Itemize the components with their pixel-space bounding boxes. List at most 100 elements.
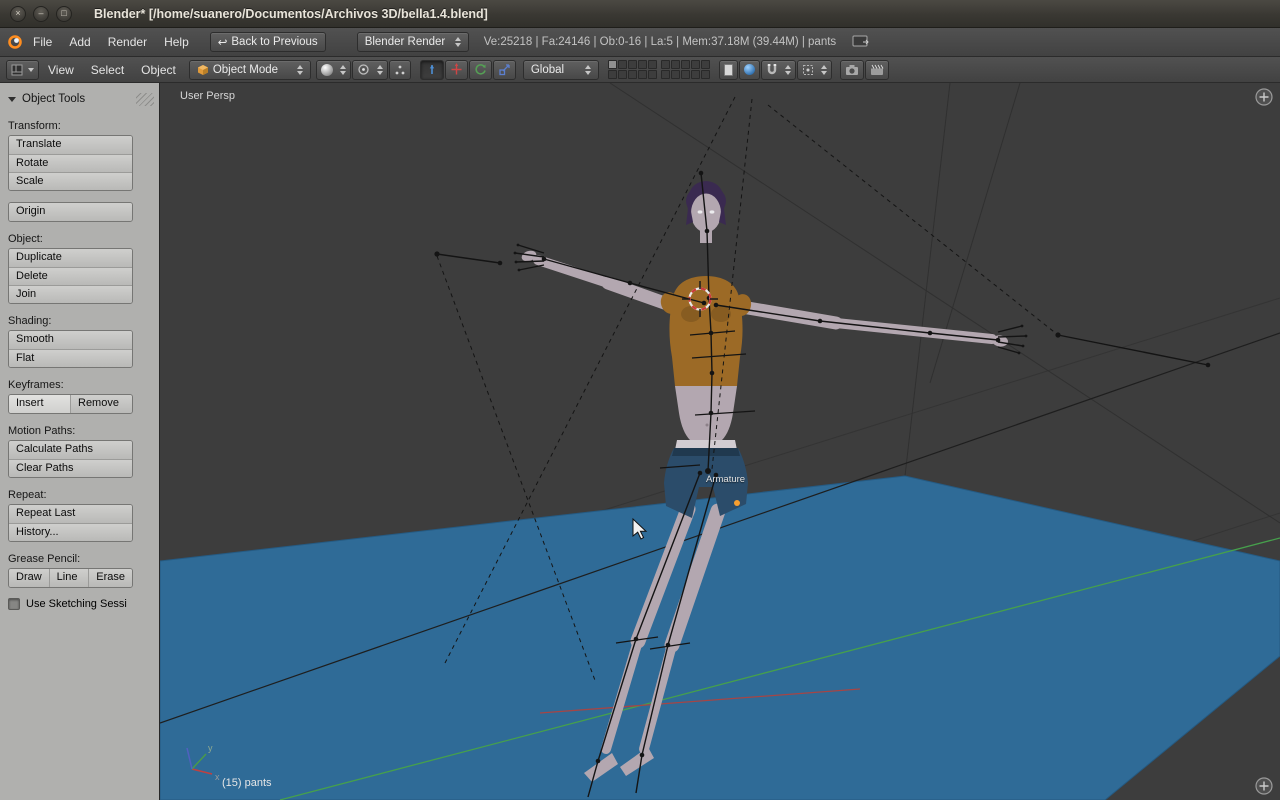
scale-manipulator-button[interactable] (493, 60, 516, 80)
manipulator-toggle-button[interactable] (420, 60, 444, 80)
scale-button[interactable]: Scale (9, 172, 132, 190)
minimize-button[interactable]: – (33, 6, 49, 22)
remove-keyframe-button[interactable]: Remove (70, 395, 132, 413)
panel-grip-icon[interactable] (136, 93, 154, 106)
flat-button[interactable]: Flat (9, 349, 132, 367)
menu-help[interactable]: Help (156, 32, 197, 52)
scale-icon (498, 63, 511, 76)
origin-button[interactable]: Origin (9, 203, 132, 221)
rotate-manipulator-button[interactable] (469, 60, 492, 80)
layer-cell[interactable] (638, 70, 647, 79)
menu-select[interactable]: Select (83, 60, 132, 80)
expand-region-icon[interactable] (1256, 89, 1272, 105)
viewport-canvas[interactable]: x y (160, 83, 1280, 800)
page-icon (724, 64, 733, 76)
layer-cell[interactable] (638, 60, 647, 69)
blender-logo-icon[interactable] (6, 34, 24, 50)
grease-line-button[interactable]: Line (49, 569, 89, 587)
transform-orientation-dropdown[interactable]: Global (523, 60, 599, 80)
back-arrow-icon: ↩ (218, 35, 228, 49)
magnet-icon (766, 63, 778, 76)
menu-file[interactable]: File (25, 32, 60, 52)
pivot-point-dropdown[interactable] (352, 60, 388, 80)
layer-cell[interactable] (691, 60, 700, 69)
maximize-button[interactable]: □ (56, 6, 72, 22)
use-sketching-session-checkbox[interactable]: Use Sketching Sessi (8, 598, 151, 610)
repeat-section-label: Repeat: (8, 489, 151, 501)
render-engine-dropdown[interactable]: Blender Render (357, 32, 469, 52)
layers-widget[interactable] (608, 60, 710, 79)
layer-cell[interactable] (701, 70, 710, 79)
layer-cell[interactable] (701, 60, 710, 69)
lock-scene-button[interactable] (719, 60, 738, 80)
translate-button[interactable]: Translate (9, 136, 132, 154)
layer-cell[interactable] (671, 60, 680, 69)
snap-element-dropdown[interactable] (797, 60, 832, 80)
history-button[interactable]: History... (9, 523, 132, 541)
menu-render[interactable]: Render (100, 32, 155, 52)
checkbox-label: Use Sketching Sessi (26, 598, 127, 610)
checkbox-icon[interactable] (8, 598, 20, 610)
dropdown-arrows-icon (821, 65, 827, 75)
layer-cell[interactable] (608, 60, 617, 69)
expand-region-bottom-icon[interactable] (1256, 778, 1272, 794)
clear-paths-button[interactable]: Clear Paths (9, 459, 132, 477)
smooth-button[interactable]: Smooth (9, 331, 132, 349)
layer-cell[interactable] (628, 60, 637, 69)
dropdown-arrows-icon (377, 65, 383, 75)
menu-add[interactable]: Add (61, 32, 98, 52)
pivot-align-toggle[interactable] (389, 60, 411, 80)
join-button[interactable]: Join (9, 285, 132, 303)
grease-draw-button[interactable]: Draw (9, 569, 49, 587)
layer-cell[interactable] (628, 70, 637, 79)
collapse-triangle-icon (8, 97, 16, 102)
layer-cell[interactable] (608, 70, 617, 79)
layer-cell[interactable] (661, 60, 670, 69)
layer-cell[interactable] (661, 70, 670, 79)
proportional-edit-button[interactable] (739, 60, 760, 80)
translate-manipulator-button[interactable] (445, 60, 468, 80)
motion-paths-section-label: Motion Paths: (8, 425, 151, 437)
layer-cell[interactable] (618, 70, 627, 79)
back-to-previous-button[interactable]: ↩ Back to Previous (210, 32, 326, 52)
close-button[interactable]: × (10, 6, 26, 22)
window-controls: × – □ (10, 6, 72, 22)
insert-keyframe-button[interactable]: Insert (9, 395, 70, 413)
layer-group-1[interactable] (608, 60, 657, 79)
layer-cell[interactable] (691, 70, 700, 79)
menu-object[interactable]: Object (133, 60, 184, 80)
active-object-label: (15) pants (222, 777, 272, 789)
rotate-icon (474, 63, 487, 76)
opengl-render-animation-button[interactable] (865, 60, 889, 80)
back-to-previous-label: Back to Previous (231, 36, 317, 48)
delete-button[interactable]: Delete (9, 267, 132, 285)
transform-section-label: Transform: (8, 120, 151, 132)
duplicate-button[interactable]: Duplicate (9, 249, 132, 267)
grease-erase-button[interactable]: Erase (88, 569, 132, 587)
main-area: Object Tools Transform: Translate Rotate… (0, 83, 1280, 800)
layer-cell[interactable] (681, 60, 690, 69)
orientation-value: Global (531, 64, 564, 76)
editor-type-button[interactable] (6, 60, 39, 80)
window-title: Blender* [/home/suanero/Documentos/Archi… (94, 7, 488, 21)
viewport-shading-dropdown[interactable] (316, 60, 351, 80)
layer-cell[interactable] (618, 60, 627, 69)
viewport-3d[interactable]: x y User Persp Armature (1 (160, 83, 1280, 800)
repeat-last-button[interactable]: Repeat Last (9, 505, 132, 523)
menu-view[interactable]: View (40, 60, 82, 80)
render-engine-value: Blender Render (365, 36, 446, 48)
titlebar: × – □ Blender* [/home/suanero/Documentos… (0, 0, 1280, 28)
screen-layout-icon[interactable] (851, 34, 871, 50)
view3d-header: View Select Object Object Mode (0, 57, 1280, 83)
snap-dropdown[interactable] (761, 60, 796, 80)
rotate-button[interactable]: Rotate (9, 154, 132, 172)
layer-cell[interactable] (671, 70, 680, 79)
interaction-mode-dropdown[interactable]: Object Mode (189, 60, 311, 80)
calculate-paths-button[interactable]: Calculate Paths (9, 441, 132, 459)
layer-cell[interactable] (648, 70, 657, 79)
layer-cell[interactable] (681, 70, 690, 79)
scene-stats: Ve:25218 | Fa:24146 | Ob:0-16 | La:5 | M… (484, 36, 836, 48)
layer-cell[interactable] (648, 60, 657, 69)
layer-group-2[interactable] (661, 60, 710, 79)
opengl-render-button[interactable] (840, 60, 864, 80)
